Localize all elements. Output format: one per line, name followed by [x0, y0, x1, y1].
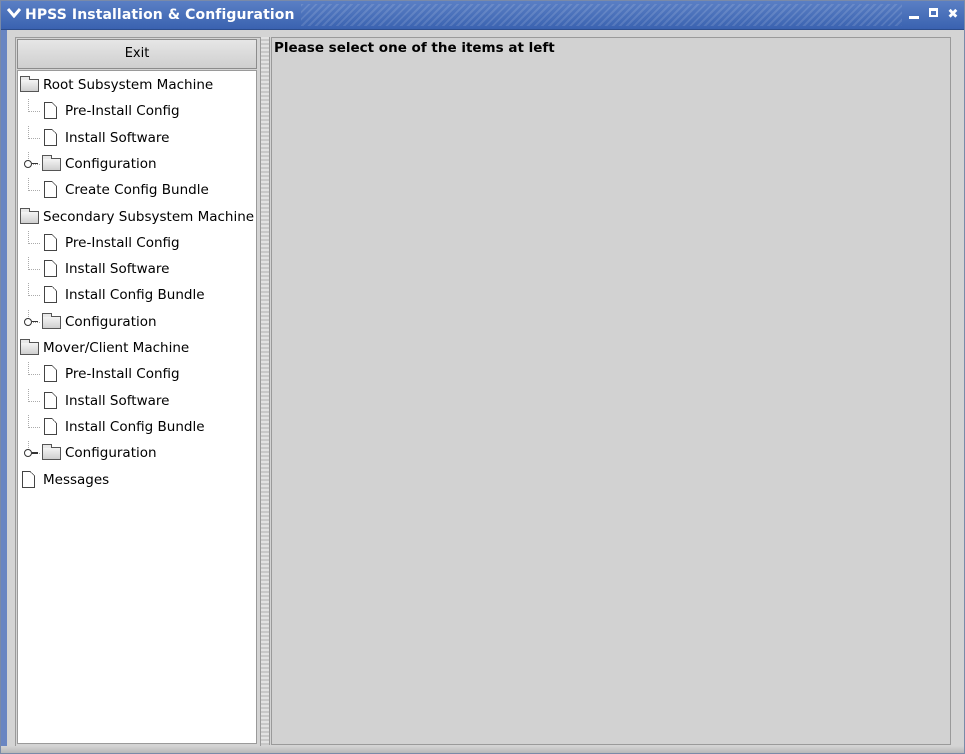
tree-item[interactable]: Mover/Client Machine [18, 336, 256, 360]
tree-connector [28, 283, 29, 297]
document-icon [44, 286, 57, 304]
folder-icon [20, 76, 39, 92]
tree-item[interactable]: Install Config Bundle [18, 283, 256, 307]
tree-item-label: Configuration [65, 445, 157, 462]
tree-item[interactable]: Install Software [18, 388, 256, 413]
document-icon [44, 417, 57, 435]
tree-connector [28, 362, 29, 376]
tree-connector [28, 178, 29, 192]
tree-item-label: Install Software [65, 261, 170, 278]
folder-icon [42, 312, 61, 329]
tree-item-label: Pre-Install Config [65, 234, 180, 251]
navigation-panel: Exit Root Subsystem Machine Pre-Install C… [15, 37, 261, 747]
maximize-icon[interactable] [925, 6, 941, 23]
tree-connector [28, 125, 29, 139]
expand-toggle-icon[interactable] [24, 449, 38, 458]
window-frame-edge [1, 29, 7, 753]
folder-icon [20, 207, 39, 224]
tree-connector [28, 190, 40, 192]
document-icon [44, 365, 57, 383]
tree-item[interactable]: Pre-Install Config [18, 362, 256, 386]
title-bar-texture [301, 4, 902, 26]
tree-item[interactable]: Pre-Install Config [18, 230, 256, 255]
tree-item-label: Install Config Bundle [65, 418, 205, 435]
app-window: HPSS Installation & Configuration ✖ Exit… [0, 0, 965, 754]
tree-item-label: Install Software [65, 392, 170, 409]
document-icon [44, 102, 57, 120]
tree-item-label: Pre-Install Config [65, 366, 180, 383]
tree-item-label: Pre-Install Config [65, 103, 180, 120]
tree-connector [28, 99, 29, 113]
tree-item-label: Mover/Client Machine [43, 340, 190, 356]
expand-toggle-icon[interactable] [24, 317, 38, 326]
tree-item[interactable]: Install Config Bundle [18, 414, 256, 439]
window-menu-icon[interactable] [5, 6, 23, 24]
tree-item[interactable]: Create Config Bundle [18, 178, 256, 202]
tree-item[interactable]: Root Subsystem Machine [18, 73, 256, 97]
tree-connector [28, 374, 40, 376]
tree-connector [28, 295, 40, 297]
document-icon [44, 233, 57, 251]
tree-item[interactable]: Configuration [18, 151, 256, 176]
tree-item-label: Secondary Subsystem Machine [43, 208, 255, 225]
tree-connector [28, 426, 40, 428]
tree-item-label: Messages [43, 471, 110, 488]
tree-connector [28, 414, 29, 428]
tree-item-label: Configuration [65, 313, 157, 330]
tree-connector [28, 137, 40, 139]
window-right-frame [953, 37, 964, 745]
tree-item-label: Install Config Bundle [65, 287, 205, 304]
document-icon [44, 391, 57, 409]
tree-item[interactable]: Secondary Subsystem Machine [18, 205, 256, 229]
instruction-message: Please select one of the items at left [274, 40, 555, 56]
tree-connector [28, 111, 40, 113]
expand-toggle-icon[interactable] [24, 159, 38, 168]
tree-item[interactable]: Configuration [18, 309, 256, 334]
close-icon[interactable]: ✖ [945, 6, 961, 23]
tree-connector [28, 388, 29, 402]
tree-connector [28, 242, 40, 244]
tree-connector [28, 400, 40, 402]
tree-item[interactable]: Install Software [18, 257, 256, 281]
document-icon [44, 260, 57, 278]
tree-item[interactable]: Messages [18, 468, 256, 492]
minimize-icon[interactable] [906, 6, 922, 23]
document-icon [22, 470, 35, 488]
document-icon [44, 181, 57, 199]
exit-button[interactable]: Exit [17, 39, 257, 69]
folder-icon [20, 339, 39, 355]
tree-item-label: Configuration [65, 155, 157, 172]
tree-connector [28, 269, 40, 271]
window-bottom-frame [1, 746, 964, 753]
tree-item-label: Install Software [65, 129, 170, 146]
tree-item[interactable]: Pre-Install Config [18, 99, 256, 123]
document-icon [44, 128, 57, 146]
tree-connector [28, 230, 29, 244]
window-title: HPSS Installation & Configuration [25, 7, 295, 23]
content-panel: Please select one of the items at left [271, 37, 951, 745]
tree-connector [28, 257, 29, 271]
tree-item-label: Root Subsystem Machine [43, 77, 214, 93]
navigation-tree: Root Subsystem Machine Pre-Install Config… [17, 70, 257, 744]
tree-item[interactable]: Install Software [18, 125, 256, 150]
tree-item-label: Create Config Bundle [65, 182, 209, 199]
title-bar[interactable]: HPSS Installation & Configuration ✖ [1, 1, 964, 30]
folder-icon [42, 444, 61, 461]
folder-icon [42, 154, 61, 171]
tree-item[interactable]: Configuration [18, 441, 256, 465]
split-pane-divider[interactable] [260, 37, 270, 745]
